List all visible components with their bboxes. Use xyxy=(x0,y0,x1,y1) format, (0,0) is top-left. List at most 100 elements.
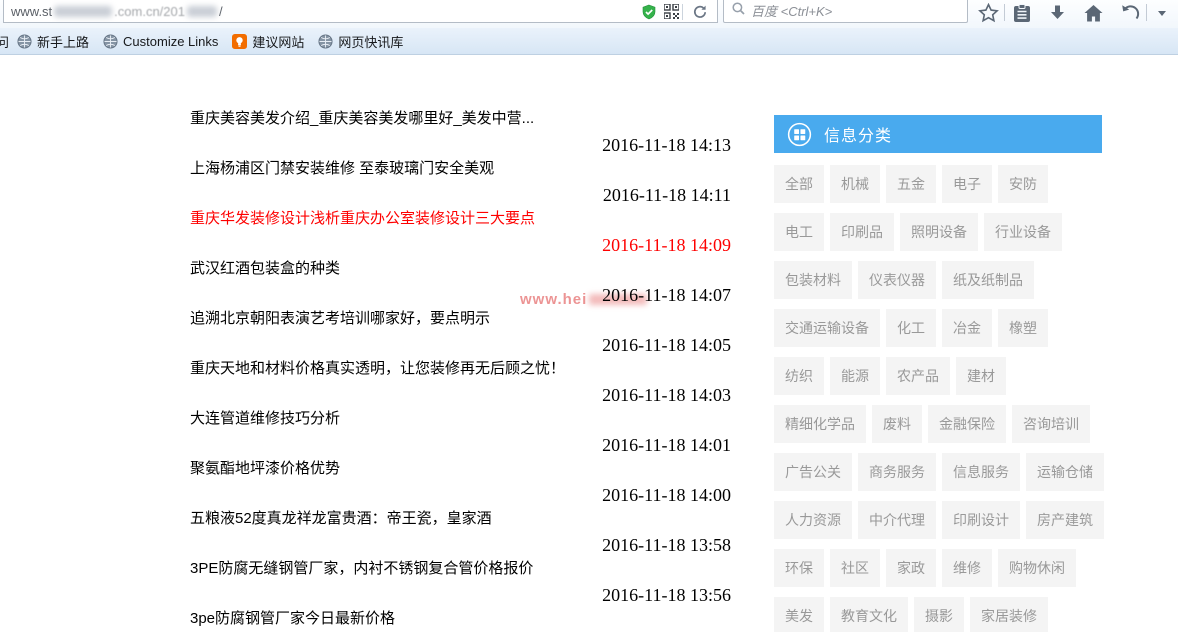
article-title-link[interactable]: 大连管道维修技巧分析 xyxy=(190,408,731,432)
category-button[interactable]: 金融保险 xyxy=(928,405,1006,443)
search-icon xyxy=(732,2,745,20)
reload-button[interactable] xyxy=(683,2,717,22)
article-title-link[interactable]: 上海杨浦区门禁安装维修 至泰玻璃门安全美观 xyxy=(190,158,731,182)
article-row: 大连管道维修技巧分析2016-11-18 14:01 xyxy=(190,408,731,458)
article-row: 重庆美容美发介绍_重庆美容美发哪里好_美发中营...2016-11-18 14:… xyxy=(190,108,731,158)
category-button[interactable]: 农产品 xyxy=(886,357,950,395)
suggested-sites-icon xyxy=(232,34,247,49)
category-button[interactable]: 广告公关 xyxy=(774,453,852,491)
globe-favicon-icon xyxy=(103,34,118,49)
article-timestamp: 2016-11-18 14:01 xyxy=(190,432,731,458)
bookmark-label: Customize Links xyxy=(123,34,218,49)
article-title-link[interactable]: 聚氨酯地坪漆价格优势 xyxy=(190,458,731,482)
browser-window: www.st .com.cn/201 / 百度 <Ctrl+K> xyxy=(0,0,1178,632)
category-button[interactable]: 精细化学品 xyxy=(774,405,866,443)
category-buttons: 全部机械五金电子安防电工印刷品照明设备行业设备包装材料仪表仪器纸及纸制品交通运输… xyxy=(774,165,1102,632)
category-row: 人力资源中介代理印刷设计房产建筑 xyxy=(774,501,1102,549)
article-title-link[interactable]: 3PE防腐无缝钢管厂家，内衬不锈钢复合管价格报价 xyxy=(190,558,731,582)
category-button[interactable]: 化工 xyxy=(886,309,936,347)
url-part-1: www.st xyxy=(11,4,52,19)
category-row: 电工印刷品照明设备行业设备 xyxy=(774,213,1102,261)
bookmark-label: 问 xyxy=(0,32,9,51)
url-part-2: .com.cn/201 xyxy=(114,4,185,19)
category-button[interactable]: 五金 xyxy=(886,165,936,203)
article-title-link[interactable]: 重庆天地和材料价格真实透明，让您装修再无后顾之忧！ xyxy=(190,358,731,382)
qr-code-icon[interactable] xyxy=(660,3,682,21)
category-button[interactable]: 冶金 xyxy=(942,309,992,347)
address-url[interactable]: www.st .com.cn/201 / xyxy=(11,0,223,19)
bookmark-label: 新手上路 xyxy=(37,32,89,51)
category-button[interactable]: 全部 xyxy=(774,165,824,203)
article-row: 五粮液52度真龙祥龙富贵酒：帝王瓷，皇家酒2016-11-18 13:58 xyxy=(190,508,731,558)
category-button[interactable]: 购物休闲 xyxy=(998,549,1076,587)
category-button[interactable]: 仪表仪器 xyxy=(858,261,936,299)
category-button[interactable]: 运输仓储 xyxy=(1026,453,1104,491)
category-button[interactable]: 电工 xyxy=(774,213,824,251)
category-button[interactable]: 建材 xyxy=(956,357,1006,395)
category-button[interactable]: 中介代理 xyxy=(858,501,936,539)
category-row: 精细化学品废料金融保险咨询培训 xyxy=(774,405,1102,453)
article-title-link[interactable]: 武汉红酒包装盒的种类 xyxy=(190,258,731,282)
category-button[interactable]: 废料 xyxy=(872,405,922,443)
category-button[interactable]: 信息服务 xyxy=(942,453,1020,491)
category-button[interactable]: 维修 xyxy=(942,549,992,587)
address-bar[interactable]: www.st .com.cn/201 / xyxy=(3,0,718,23)
article-title-link[interactable]: 重庆华发装修设计浅析重庆办公室装修设计三大要点 xyxy=(190,208,731,232)
bookmark-item[interactable]: 问 xyxy=(0,32,9,51)
category-button[interactable]: 包装材料 xyxy=(774,261,852,299)
article-row: 重庆天地和材料价格真实透明，让您装修再无后顾之忧！2016-11-18 14:0… xyxy=(190,358,731,408)
category-button[interactable]: 纸及纸制品 xyxy=(942,261,1034,299)
category-button[interactable]: 教育文化 xyxy=(830,597,908,632)
article-row: 武汉红酒包装盒的种类2016-11-18 14:07 xyxy=(190,258,731,308)
article-list: 重庆美容美发介绍_重庆美容美发哪里好_美发中营... 2016-11-18 14:… xyxy=(190,108,731,632)
category-row: 全部机械五金电子安防 xyxy=(774,165,1102,213)
category-button[interactable]: 能源 xyxy=(830,357,880,395)
bookmark-item[interactable]: 网页快讯库 xyxy=(318,32,403,51)
article-row: 聚氨酯地坪漆价格优势2016-11-18 14:00 xyxy=(190,458,731,508)
category-button[interactable]: 交通运输设备 xyxy=(774,309,880,347)
category-button[interactable]: 印刷品 xyxy=(830,213,894,251)
category-button[interactable]: 房产建筑 xyxy=(1026,501,1104,539)
article-title-link[interactable]: 重庆美容美发介绍_重庆美容美发哪里好_美发中营... xyxy=(190,108,731,132)
security-shield-icon[interactable] xyxy=(638,3,660,21)
article-timestamp: 2016-11-18 14:11 xyxy=(190,182,731,208)
category-button[interactable]: 行业设备 xyxy=(984,213,1062,251)
category-button[interactable]: 咨询培训 xyxy=(1012,405,1090,443)
category-button[interactable]: 纺织 xyxy=(774,357,824,395)
web-page: www.hei 重庆美容美发介绍_重庆美容美发哪里好_美发中营...2016-1… xyxy=(0,55,1178,632)
article-title-link[interactable]: 五粮液52度真龙祥龙富贵酒：帝王瓷，皇家酒 xyxy=(190,508,731,532)
category-sidebar: 信息分类 全部机械五金电子安防电工印刷品照明设备行业设备包装材料仪表仪器纸及纸制… xyxy=(774,115,1102,632)
browser-toolbar: www.st .com.cn/201 / 百度 <Ctrl+K> xyxy=(0,0,1178,28)
bookmark-item[interactable]: Customize Links xyxy=(103,34,218,49)
globe-favicon-icon xyxy=(17,34,32,49)
bookmarks-menu-icon[interactable] xyxy=(1008,1,1036,25)
category-button[interactable]: 人力资源 xyxy=(774,501,852,539)
category-button[interactable]: 摄影 xyxy=(914,597,964,632)
category-button[interactable]: 美发 xyxy=(774,597,824,632)
category-button[interactable]: 印刷设计 xyxy=(942,501,1020,539)
article-row: 3pe防腐钢管厂家今日最新价格 xyxy=(190,608,731,632)
home-icon[interactable] xyxy=(1079,1,1107,25)
category-button[interactable]: 电子 xyxy=(942,165,992,203)
category-button[interactable]: 商务服务 xyxy=(858,453,936,491)
category-button[interactable]: 社区 xyxy=(830,549,880,587)
article-title-link[interactable]: 3pe防腐钢管厂家今日最新价格 xyxy=(190,608,731,632)
sidebar-header: 信息分类 xyxy=(774,115,1102,153)
undo-history-icon[interactable] xyxy=(1116,1,1144,25)
category-button[interactable]: 机械 xyxy=(830,165,880,203)
bookmark-item[interactable]: 新手上路 xyxy=(17,32,89,51)
bookmark-item[interactable]: 建议网站 xyxy=(232,32,304,51)
search-bar[interactable]: 百度 <Ctrl+K> xyxy=(723,0,968,23)
category-button[interactable]: 家居装修 xyxy=(970,597,1048,632)
article-timestamp: 2016-11-18 14:07 xyxy=(190,282,731,308)
category-button[interactable]: 照明设备 xyxy=(900,213,978,251)
category-button[interactable]: 家政 xyxy=(886,549,936,587)
category-button[interactable]: 环保 xyxy=(774,549,824,587)
article-title-link[interactable]: 追溯北京朝阳表演艺考培训哪家好，要点明示 xyxy=(190,308,731,332)
category-button[interactable]: 橡塑 xyxy=(998,309,1048,347)
downloads-icon[interactable] xyxy=(1043,1,1071,25)
bookmark-star-icon[interactable] xyxy=(974,1,1002,25)
category-button[interactable]: 安防 xyxy=(998,165,1048,203)
category-row: 交通运输设备化工冶金橡塑 xyxy=(774,309,1102,357)
toolbar-overflow-caret[interactable] xyxy=(1148,1,1176,25)
